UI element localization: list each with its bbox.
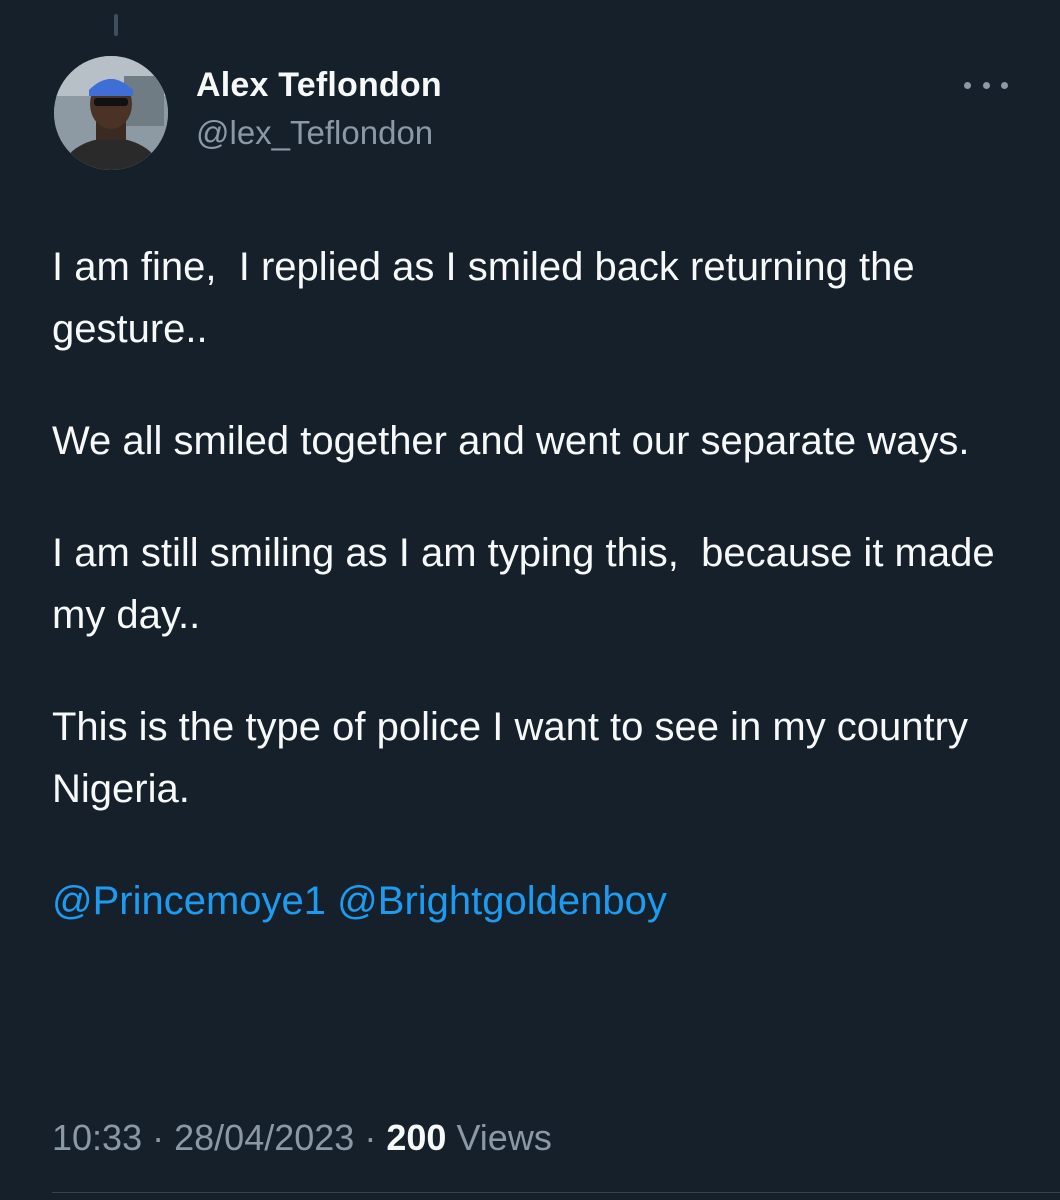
tweet-paragraph: I am fine, I replied as I smiled back re…: [52, 245, 926, 351]
tweet-date[interactable]: 28/04/2023: [174, 1117, 354, 1158]
meta-separator: ·: [364, 1117, 377, 1158]
more-horizontal-icon: [964, 81, 971, 89]
views-count[interactable]: 200: [386, 1117, 446, 1158]
more-options-button[interactable]: [964, 70, 1008, 100]
thread-connector-line: [114, 14, 118, 36]
tweet-paragraph: This is the type of police I want to see…: [52, 705, 980, 811]
tweet-header: Alex Teflondon @lex_Teflondon: [54, 56, 1014, 170]
mention-link[interactable]: @Princemoye1: [52, 879, 326, 923]
tweet-body: I am fine, I replied as I smiled back re…: [52, 236, 1012, 932]
mention-link[interactable]: @Brightgoldenboy: [337, 879, 667, 923]
avatar-photo: [54, 56, 168, 170]
more-horizontal-icon: [1001, 81, 1008, 89]
tweet-paragraph: I am still smiling as I am typing this, …: [52, 531, 1006, 637]
author-names: Alex Teflondon @lex_Teflondon: [196, 64, 442, 156]
views-label: Views: [456, 1117, 552, 1158]
author-handle[interactable]: @lex_Teflondon: [196, 110, 442, 156]
avatar[interactable]: [54, 56, 168, 170]
tweet-time[interactable]: 10:33: [52, 1117, 142, 1158]
tweet-paragraph: We all smiled together and went our sepa…: [52, 419, 970, 463]
more-horizontal-icon: [982, 81, 990, 89]
author-display-name[interactable]: Alex Teflondon: [196, 64, 442, 106]
meta-separator: ·: [152, 1117, 165, 1158]
tweet-meta: 10:33 · 28/04/2023 · 200 Views: [52, 1114, 552, 1162]
divider: [52, 1192, 1060, 1193]
tweet-mentions: @Princemoye1 @Brightgoldenboy: [52, 870, 1012, 932]
